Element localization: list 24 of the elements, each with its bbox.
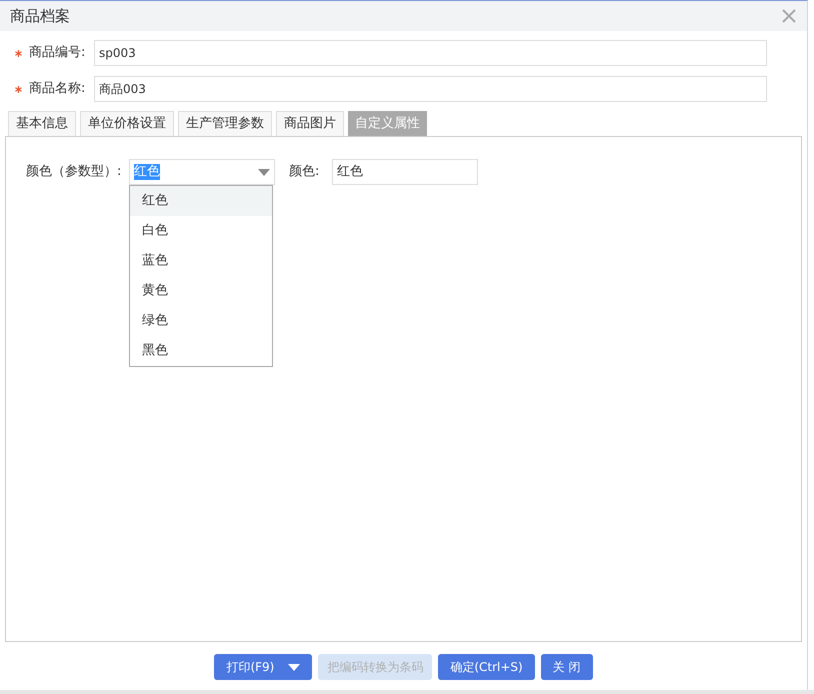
field-label: 颜色（参数型）:	[26, 163, 122, 182]
tab[interactable]: 商品图片	[276, 111, 344, 136]
input-field[interactable]: 商品003	[94, 76, 767, 102]
close-icon[interactable]	[781, 8, 797, 24]
window-title: 商品档案	[10, 6, 70, 27]
dropdown-option[interactable]: 红色	[130, 186, 272, 216]
dropdown-option[interactable]: 黑色	[130, 336, 272, 366]
field-label: 商品名称:	[29, 80, 86, 98]
dropdown-option[interactable]: 黄色	[130, 276, 272, 306]
tab[interactable]: 单位价格设置	[80, 111, 174, 136]
button[interactable]: 关 闭	[540, 654, 593, 680]
tab[interactable]: 生产管理参数	[178, 111, 272, 136]
field-label: 商品编号:	[29, 44, 86, 62]
dropdown-option[interactable]: 蓝色	[130, 246, 272, 276]
button[interactable]: 确定(Ctrl+S)	[438, 654, 535, 680]
field-label: 颜色:	[289, 163, 320, 182]
dropdown-option[interactable]: 绿色	[130, 306, 272, 336]
color-field[interactable]: 红色	[332, 159, 478, 185]
caret-icon	[288, 664, 300, 670]
tab[interactable]: 基本信息	[8, 111, 76, 136]
dropdown-option[interactable]: 白色	[130, 216, 272, 246]
caret-icon	[258, 168, 270, 176]
button[interactable]: 打印(F9)	[214, 654, 312, 680]
input-field[interactable]: sp003	[94, 40, 767, 66]
